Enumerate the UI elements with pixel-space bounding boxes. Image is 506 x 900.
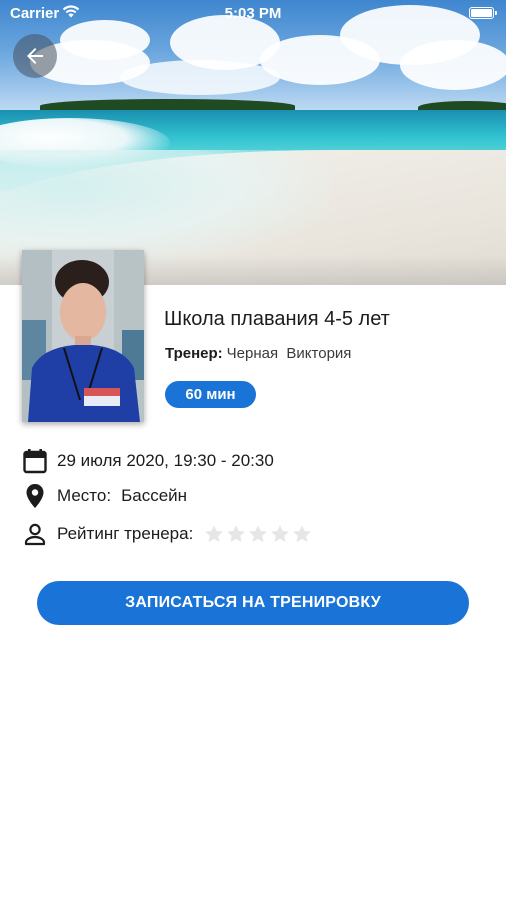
place-row: Место: Бассейн xyxy=(22,483,187,509)
duration-badge: 60 мин xyxy=(165,381,256,408)
trainer-label: Тренер: xyxy=(165,345,223,362)
person-icon xyxy=(22,521,48,547)
trainer-photo xyxy=(22,250,144,422)
rating-stars xyxy=(203,523,313,545)
status-bar: Carrier 5:03 PM xyxy=(0,0,506,28)
date-row: 29 июля 2020, 19:30 - 20:30 xyxy=(22,448,274,474)
clock: 5:03 PM xyxy=(224,5,282,22)
trainer-line: Тренер: Черная Виктория xyxy=(165,345,351,362)
course-title: Школа плавания 4-5 лет xyxy=(164,308,390,330)
rating-row: Рейтинг тренера: xyxy=(22,521,313,547)
calendar-icon xyxy=(22,448,48,474)
star-icon xyxy=(271,525,290,542)
battery-icon xyxy=(469,7,497,19)
rating-label: Рейтинг тренера: xyxy=(57,524,194,543)
date-text: 29 июля 2020, 19:30 - 20:30 xyxy=(57,451,274,470)
back-button[interactable] xyxy=(13,34,57,78)
trainer-name: Черная Виктория xyxy=(226,345,352,362)
star-icon xyxy=(249,525,268,542)
star-icon xyxy=(205,525,224,542)
place-value: Бассейн xyxy=(121,486,188,505)
star-icon xyxy=(293,525,312,542)
enroll-button[interactable]: ЗАПИСАТЬСЯ НА ТРЕНИРОВКУ xyxy=(37,581,469,625)
arrow-left-icon xyxy=(27,48,43,64)
star-icon xyxy=(227,525,246,542)
hero-image xyxy=(0,0,506,285)
place-label: Место: xyxy=(57,486,112,505)
location-pin-icon xyxy=(22,483,48,509)
